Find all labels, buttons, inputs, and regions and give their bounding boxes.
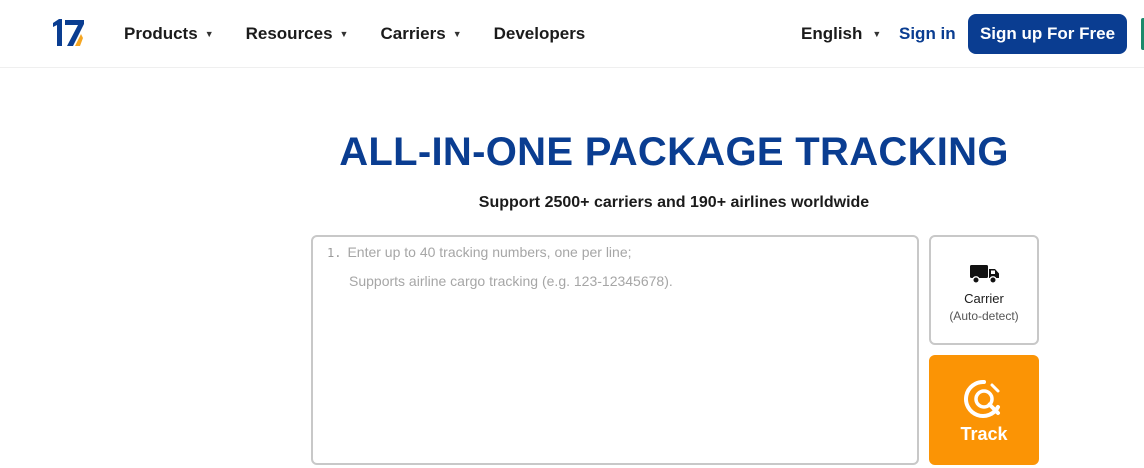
caret-down-icon: ▼ xyxy=(339,29,349,39)
language-selector[interactable]: English ▼ xyxy=(801,0,881,68)
nav-products[interactable]: Products ▼ xyxy=(124,24,214,44)
search-package-icon xyxy=(964,379,1000,418)
placeholder-line-1: 1. Enter up to 40 tracking numbers, one p… xyxy=(327,244,632,260)
page-subtitle: Support 2500+ carriers and 190+ airlines… xyxy=(478,194,870,211)
top-nav-bar: Products ▼ Resources ▼ Carriers ▼ Develo… xyxy=(0,0,1144,68)
tracking-number-input[interactable]: 1. Enter up to 40 tracking numbers, one p… xyxy=(311,235,919,465)
carrier-label: Carrier xyxy=(964,291,1004,306)
truck-icon xyxy=(970,265,999,284)
nav-developers[interactable]: Developers xyxy=(494,24,586,44)
main-nav: Products ▼ Resources ▼ Carriers ▼ Develo… xyxy=(124,0,617,68)
track-label: Track xyxy=(960,424,1008,444)
signup-button[interactable]: Sign up For Free xyxy=(968,14,1127,54)
carrier-selector-button[interactable]: Carrier (Auto-detect) xyxy=(929,235,1039,345)
language-label: English xyxy=(801,24,863,43)
nav-developers-label: Developers xyxy=(493,24,586,43)
nav-resources-label: Resources xyxy=(245,24,333,43)
nav-carriers-label: Carriers xyxy=(380,24,446,43)
nav-products-label: Products xyxy=(124,24,198,43)
page-title: ALL-IN-ONE PACKAGE TRACKING xyxy=(339,130,1009,174)
logo-17track[interactable] xyxy=(50,16,86,50)
signin-link[interactable]: Sign in xyxy=(899,0,956,68)
placeholder-text-1: Enter up to 40 tracking numbers, one per… xyxy=(347,244,632,260)
caret-down-icon: ▼ xyxy=(204,29,214,39)
placeholder-text-2: Supports airline cargo tracking (e.g. 12… xyxy=(349,273,673,289)
caret-down-icon: ▼ xyxy=(872,29,882,39)
caret-down-icon: ▼ xyxy=(452,29,462,39)
carrier-sub-label: (Auto-detect) xyxy=(949,309,1019,323)
nav-resources[interactable]: Resources ▼ xyxy=(246,24,349,44)
nav-carriers[interactable]: Carriers ▼ xyxy=(380,24,461,44)
line-number: 1. xyxy=(327,246,342,260)
track-button[interactable]: Track xyxy=(929,355,1039,465)
